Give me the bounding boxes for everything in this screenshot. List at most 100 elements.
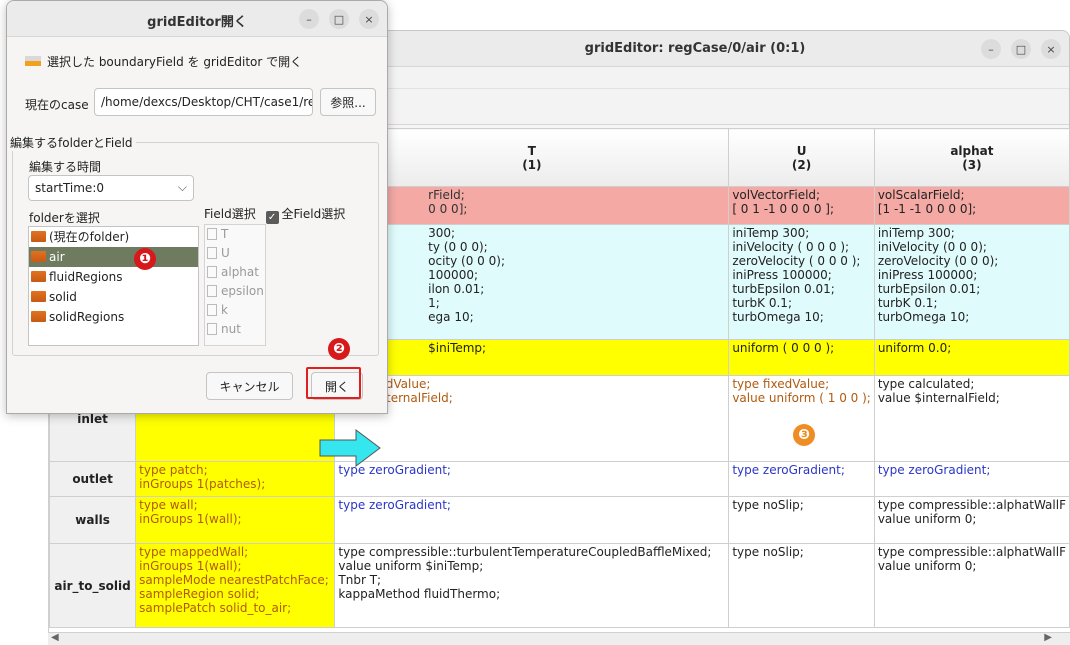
cell-text-line: type zeroGradient; [338, 498, 451, 512]
cell-text-line: $iniTemp; [428, 341, 487, 355]
time-label: 編集する時間 [29, 160, 102, 174]
cell-class-U[interactable]: volVectorField;[ 0 1 -1 0 0 0 0 ]; [728, 186, 875, 225]
col-header-U[interactable]: U (2) [728, 128, 875, 187]
cancel-button[interactable]: キャンセル [206, 372, 293, 400]
cell-inlet-T[interactable]: edValue; nternalField; [334, 375, 730, 462]
cell-text-line: type zeroGradient; [732, 463, 845, 477]
cell-text-line: 300; [428, 226, 456, 240]
cell-text-line: rField; [428, 188, 465, 202]
cell-text-line: ilon 0.01; [428, 282, 485, 296]
cell-text-line: type patch; [139, 463, 208, 477]
cell-text-line: 100000; [428, 268, 479, 282]
dialog-close-button[interactable]: × [359, 9, 379, 29]
cell-text-line: samplePatch solid_to_air; [139, 601, 292, 615]
cell-text-line: type mappedWall; [139, 545, 249, 559]
cell-inlet-alphat[interactable]: type calculated; value $internalField; [873, 375, 1070, 462]
folder-item[interactable]: (現在のfolder) [29, 227, 198, 247]
cell-outlet-patch[interactable]: type patch; inGroups 1(patches); [135, 461, 336, 497]
marker-one: ❶ [134, 248, 156, 270]
cell-outlet-T[interactable]: type zeroGradient; [334, 461, 730, 497]
row-header-air-to-solid[interactable]: air_to_solid [48, 543, 137, 628]
cell-air-to-solid-U[interactable]: type noSlip; [728, 543, 875, 628]
marker-three: ❸ [793, 424, 815, 446]
cell-text-line: type zeroGradient; [338, 463, 451, 477]
cell-text-line: kappaMethod fluidThermo; [338, 587, 501, 601]
cell-walls-alphat[interactable]: type compressible::alphatWallF value unif… [873, 496, 1070, 544]
cell-text-line: ocity (0 0 0); [428, 254, 505, 268]
folder-item[interactable]: solidRegions [29, 307, 198, 327]
folder-item[interactable]: solid [29, 287, 198, 307]
folder-label: folderを選択 [29, 211, 100, 225]
cell-class-alphat[interactable]: volScalarField; [1 -1 -1 0 0 0 0]; [873, 186, 1070, 225]
cell-inlet-U[interactable]: type fixedValue; value uniform ( 1 0 0 ); [728, 375, 875, 462]
row-header-walls[interactable]: walls [48, 496, 137, 544]
folder-item[interactable]: fluidRegions [29, 267, 198, 287]
folder-list[interactable]: (現在のfolder) air fluidRegions solid solidRegi… [28, 226, 199, 346]
cell-internal-alphat[interactable]: uniform 0.0; [873, 339, 1070, 376]
minimize-button[interactable]: – [981, 39, 1001, 59]
field-item[interactable]: U [205, 244, 265, 263]
cell-text-line: turbK 0.1; [732, 296, 792, 310]
dialog-minimize-button[interactable]: – [299, 9, 319, 29]
cell-vars-U[interactable]: iniTemp 300; iniVelocity ( 0 0 0 ); zeroVe… [728, 224, 875, 340]
dialog-instruction: 選択した boundaryField を gridEditor で開く [25, 53, 302, 70]
scroll-left-icon[interactable]: ◀ [51, 632, 59, 643]
field-select-row: Field選択 ✓ 全Field選択 [204, 205, 345, 224]
cell-air-to-solid-alphat[interactable]: type compressible::alphatWallF value unif… [873, 543, 1070, 628]
row-header-outlet[interactable]: outlet [48, 461, 137, 497]
file-icon [207, 285, 217, 297]
field-item[interactable]: k [205, 301, 265, 320]
field-select-label: Field選択 [204, 207, 256, 221]
cell-text-line: volScalarField; [877, 188, 965, 202]
cell-walls-patch[interactable]: type wall; inGroups 1(wall); [135, 496, 336, 544]
cell-text-line: type calculated; [877, 377, 975, 391]
time-select[interactable]: startTime:0 ⌵ [28, 175, 194, 201]
cell-text-line: inGroups 1(patches); [139, 477, 266, 491]
dialog-titlebar[interactable]: gridEditor開く – □ × [7, 1, 387, 37]
field-list[interactable]: T Ualphat epsilon k nut [204, 224, 266, 346]
field-item[interactable]: epsilon [205, 282, 265, 301]
cell-text-line: value uniform ( 1 0 0 ); [732, 391, 871, 405]
case-label: 現在のcase [25, 98, 89, 112]
file-icon [207, 228, 217, 240]
cell-outlet-alphat[interactable]: type zeroGradient; [873, 461, 1070, 497]
field-item[interactable]: alphat [205, 263, 265, 282]
field-item[interactable]: T [205, 225, 265, 244]
cell-text-line: value uniform 0; [877, 559, 977, 573]
cell-outlet-U[interactable]: type zeroGradient; [728, 461, 875, 497]
col-header-alphat[interactable]: alphat (3) [873, 128, 1070, 187]
cell-internal-U[interactable]: uniform ( 0 0 0 ); [728, 339, 875, 376]
cell-text-line: iniPress 100000; [877, 268, 978, 282]
cell-text-line: turbK 0.1; [877, 296, 938, 310]
file-icon [207, 266, 217, 278]
maximize-button[interactable]: □ [1011, 39, 1031, 59]
folder-icon [25, 56, 41, 66]
horizontal-scrollbar[interactable]: ◀ ▶ [48, 632, 1070, 645]
cell-walls-U[interactable]: type noSlip; [728, 496, 875, 544]
cell-text-line: uniform ( 0 0 0 ); [732, 341, 835, 355]
cell-air-to-solid-T[interactable]: type compressible::turbulentTemperatureC… [334, 543, 730, 628]
folder-item[interactable]: air [29, 247, 198, 267]
browse-button[interactable]: 参照... [320, 88, 376, 116]
main-window-title: gridEditor: regCase/0/air (0:1) [584, 41, 806, 56]
cell-text-line: turbOmega 10; [732, 310, 824, 324]
dialog-maximize-button[interactable]: □ [329, 9, 349, 29]
cell-walls-T[interactable]: type zeroGradient; [334, 496, 730, 544]
cell-air-to-solid-patch[interactable]: type mappedWall; inGroups 1(wall); sampleM… [135, 543, 336, 628]
cell-vars-alphat[interactable]: iniTemp 300; iniVelocity (0 0 0); zeroVelo… [873, 224, 1070, 340]
col-header-T[interactable]: T (1) [334, 128, 730, 187]
cell-text-line: volVectorField; [732, 188, 821, 202]
case-path-input[interactable]: /home/dexcs/Desktop/CHT/case1/regCase [94, 88, 313, 116]
main-titlebar[interactable]: gridEditor: regCase/0/air (0:1) – □ × [321, 31, 1069, 67]
folder-icon [31, 271, 46, 282]
scroll-right-icon[interactable]: ▶ [1044, 632, 1052, 643]
cell-text-line: iniPress 100000; [732, 268, 832, 282]
cell-text-line: iniTemp 300; [732, 226, 810, 240]
close-button[interactable]: × [1041, 39, 1061, 59]
folder-icon [31, 311, 46, 322]
all-fields-checkbox[interactable]: ✓ 全Field選択 [265, 207, 345, 224]
cell-text-line: sampleRegion solid; [139, 587, 260, 601]
cell-text-line: type fixedValue; [732, 377, 830, 391]
cell-text-line: type compressible::alphatWallF [877, 545, 1066, 559]
field-item[interactable]: nut [205, 320, 265, 339]
